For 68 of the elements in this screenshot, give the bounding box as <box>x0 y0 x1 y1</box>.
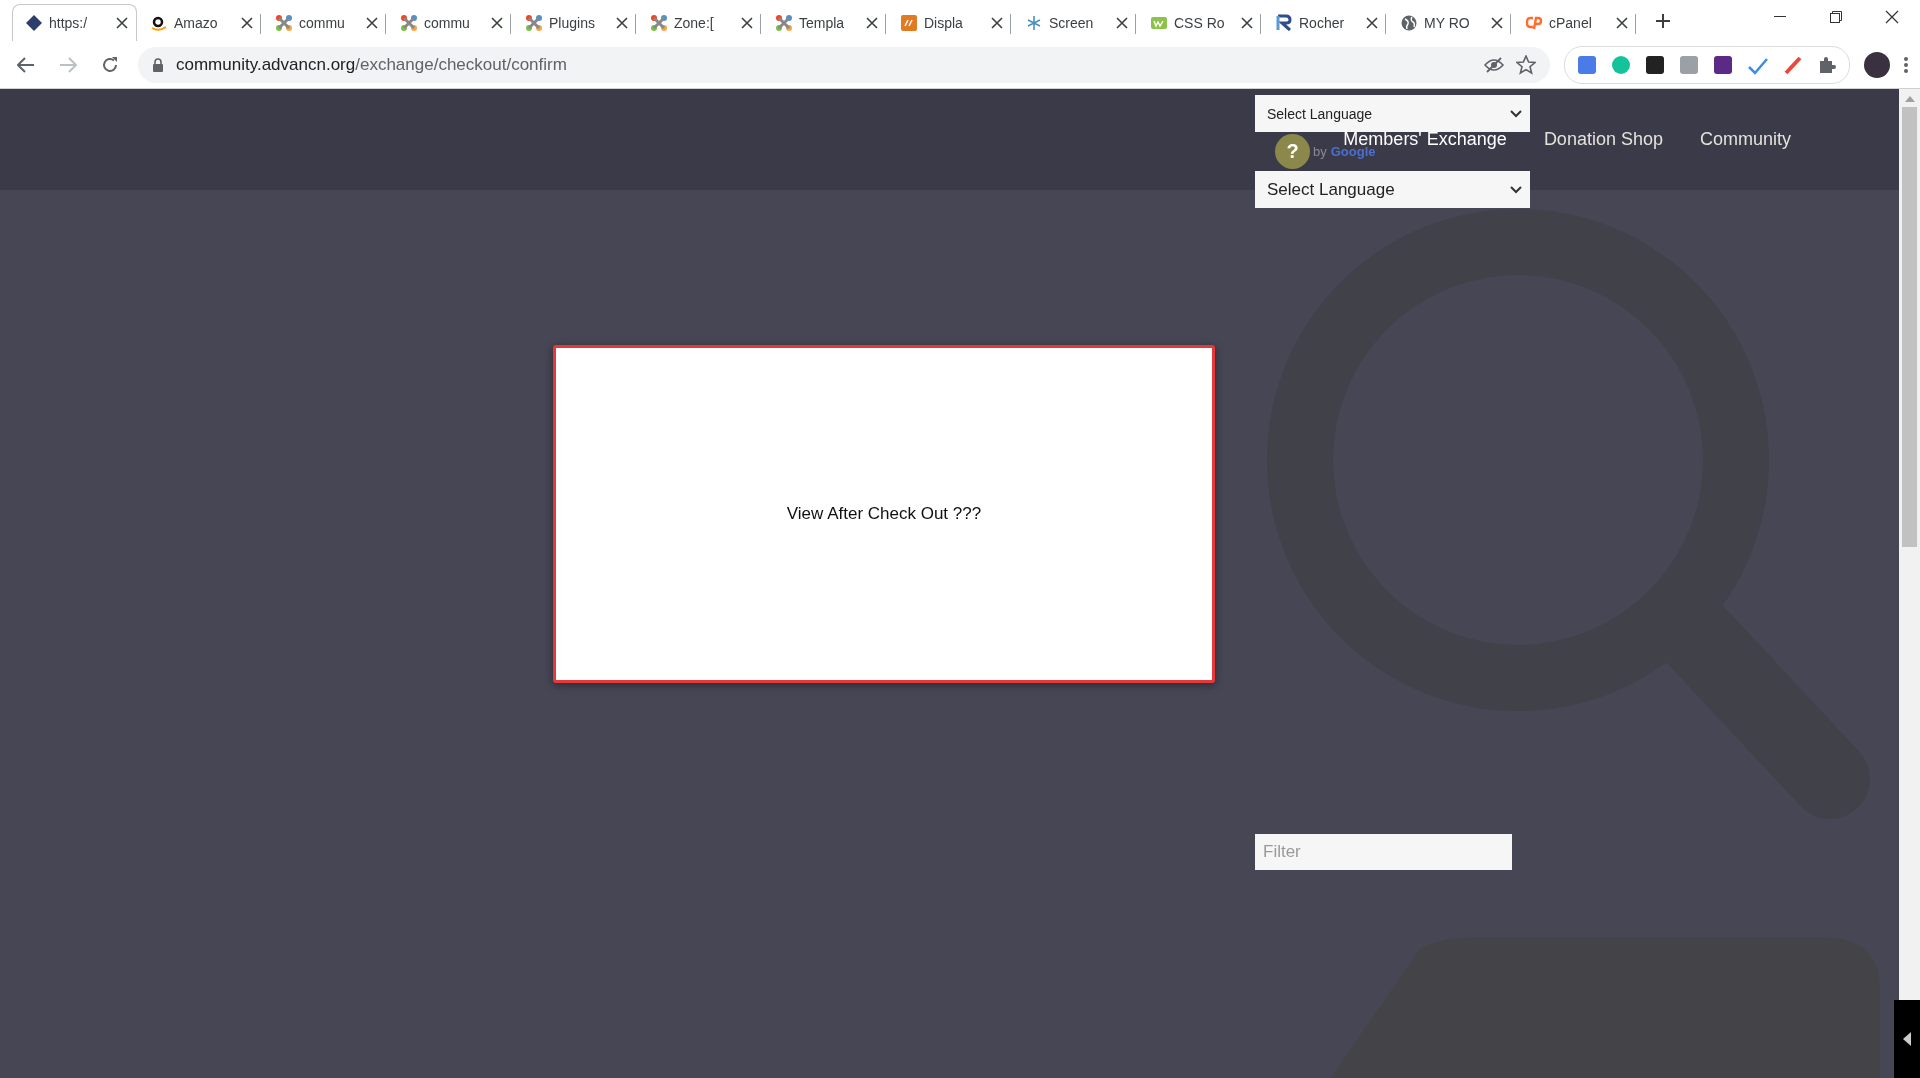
smile-arrow-icon <box>150 14 168 32</box>
modal-text: View After Check Out ??? <box>786 504 982 524</box>
browser-tab[interactable]: https:/ <box>12 4 137 41</box>
browser-tab[interactable]: Zone:[ <box>637 4 762 41</box>
nav-link[interactable]: Donation Shop <box>1543 129 1663 150</box>
google-text: Google <box>1330 144 1376 159</box>
eye-slash-icon[interactable] <box>1484 56 1504 73</box>
restore-icon[interactable] <box>1830 11 1842 23</box>
scrollbar-thumb[interactable] <box>1902 107 1917 547</box>
language-select[interactable]: Select Language <box>1255 95 1530 132</box>
chevron-down-icon <box>1510 185 1522 194</box>
close-icon <box>1491 17 1503 29</box>
r-logo-icon <box>1275 14 1293 32</box>
powered-by-text: by <box>1313 144 1327 159</box>
close-icon <box>1241 17 1253 29</box>
close-icon <box>1366 17 1378 29</box>
close-icon <box>1616 17 1628 29</box>
avatar-icon[interactable] <box>1864 51 1890 78</box>
browser-tab[interactable]: Screen <box>1012 4 1137 41</box>
star-icon[interactable] <box>1516 54 1536 75</box>
flower-icon <box>275 14 293 32</box>
plus-icon[interactable] <box>1655 13 1671 29</box>
back-icon[interactable] <box>17 56 35 73</box>
reload-icon[interactable] <box>101 55 119 74</box>
sidebar-toggle[interactable] <box>1894 1000 1920 1078</box>
square-logo-icon <box>900 14 918 32</box>
browser-tab[interactable]: commu <box>262 4 387 41</box>
close-icon <box>991 17 1003 29</box>
logo-icon <box>1150 14 1168 32</box>
language-select[interactable]: Select Language <box>1255 171 1530 208</box>
browser-tab[interactable]: CSS Ro <box>1137 4 1262 41</box>
browser-tab[interactable]: commu <box>387 4 512 41</box>
close-icon[interactable] <box>1885 10 1899 24</box>
close-icon <box>1116 17 1128 29</box>
flower-icon <box>775 14 793 32</box>
flower-icon <box>525 14 543 32</box>
lock-icon <box>152 57 164 72</box>
browser-tab[interactable]: Plugins <box>512 4 637 41</box>
address-bar[interactable]: community.advancn.org/exchange/checkout/confirm <box>138 46 1550 83</box>
close-icon <box>366 17 378 29</box>
minimize-icon[interactable] <box>1774 16 1786 18</box>
asterisk-icon <box>1025 14 1043 32</box>
help-icon[interactable]: ? <box>1275 134 1310 169</box>
close-icon <box>116 17 128 29</box>
nav-link[interactable]: Community <box>1699 129 1791 150</box>
close-icon <box>866 17 878 29</box>
caret-left-icon <box>1903 1032 1911 1046</box>
puzzle-icon[interactable] <box>1817 54 1837 75</box>
browser-tab[interactable]: cPanel <box>1512 4 1637 41</box>
browser-tab[interactable]: Amazo <box>137 4 262 41</box>
cp-logo-icon <box>1525 14 1543 32</box>
browser-tab[interactable]: Templa <box>762 4 887 41</box>
close-icon <box>616 17 628 29</box>
diamond-icon <box>25 14 43 32</box>
close-icon <box>241 17 253 29</box>
filter-field[interactable]: Filter <box>1255 834 1512 870</box>
browser-tab[interactable]: Rocher <box>1262 4 1387 41</box>
flower-icon <box>650 14 668 32</box>
globe-icon <box>1400 14 1418 32</box>
close-icon <box>741 17 753 29</box>
extension-icon[interactable] <box>1713 54 1733 75</box>
browser-tab[interactable]: Displa <box>887 4 1012 41</box>
flower-icon <box>400 14 418 32</box>
browser-tab[interactable]: MY RO <box>1387 4 1512 41</box>
close-icon <box>491 17 503 29</box>
menu-icon[interactable] <box>1904 56 1908 73</box>
chevron-down-icon <box>1510 109 1522 118</box>
url-text: community.advancn.org/exchange/checkout/confirm <box>176 54 568 75</box>
